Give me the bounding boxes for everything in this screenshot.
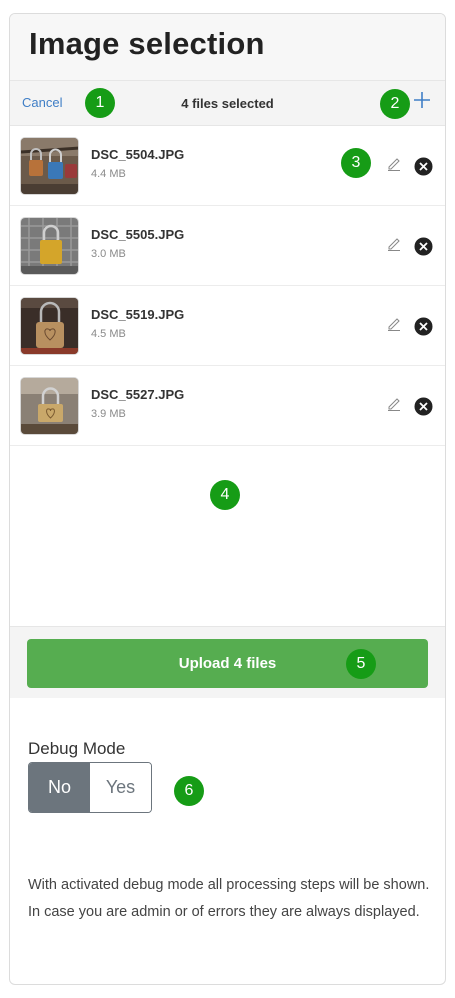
file-thumbnail bbox=[20, 297, 79, 355]
pencil-icon[interactable] bbox=[386, 315, 402, 331]
file-size: 4.5 MB bbox=[91, 328, 126, 340]
file-list: DSC_5504.JPG 4.4 MB 3 DSC_5505.JPG 3.0 M… bbox=[10, 126, 445, 627]
annotation-badge-4: 4 bbox=[210, 480, 240, 510]
close-icon[interactable] bbox=[414, 317, 433, 336]
pencil-icon[interactable] bbox=[386, 395, 402, 411]
plus-icon[interactable] bbox=[412, 90, 432, 110]
file-size: 3.0 MB bbox=[91, 248, 126, 260]
file-name: DSC_5527.JPG bbox=[91, 387, 185, 402]
debug-option-yes[interactable]: Yes bbox=[90, 763, 151, 812]
annotation-badge-3: 3 bbox=[341, 148, 371, 178]
file-name: DSC_5519.JPG bbox=[91, 307, 185, 322]
close-icon[interactable] bbox=[414, 397, 433, 416]
debug-mode-toggle: No Yes bbox=[28, 762, 152, 813]
file-item: DSC_5504.JPG 4.4 MB 3 bbox=[10, 126, 445, 206]
panel-header: Image selection bbox=[10, 14, 445, 81]
file-name: DSC_5504.JPG bbox=[91, 147, 185, 162]
debug-option-no[interactable]: No bbox=[29, 763, 90, 812]
annotation-badge-6: 6 bbox=[174, 776, 204, 806]
file-thumbnail bbox=[20, 137, 79, 195]
file-name: DSC_5505.JPG bbox=[91, 227, 185, 242]
close-icon[interactable] bbox=[414, 237, 433, 256]
annotation-badge-1: 1 bbox=[85, 88, 115, 118]
file-item: DSC_5505.JPG 3.0 MB bbox=[10, 206, 445, 286]
debug-mode-description: With activated debug mode all processing… bbox=[28, 877, 430, 920]
annotation-badge-5: 5 bbox=[346, 649, 376, 679]
image-selection-panel: Image selection Cancel 4 files selected … bbox=[9, 13, 446, 985]
file-size: 3.9 MB bbox=[91, 408, 126, 420]
file-size: 4.4 MB bbox=[91, 168, 126, 180]
pencil-icon[interactable] bbox=[386, 235, 402, 251]
debug-mode-label: Debug Mode bbox=[28, 739, 126, 758]
selection-toolbar: Cancel 4 files selected 1 2 bbox=[10, 81, 445, 126]
file-item: DSC_5527.JPG 3.9 MB bbox=[10, 366, 445, 446]
pencil-icon[interactable] bbox=[386, 155, 402, 171]
page-title: Image selection bbox=[29, 26, 265, 61]
file-thumbnail bbox=[20, 377, 79, 435]
upload-footer: Upload 4 files 5 bbox=[10, 626, 445, 698]
file-thumbnail bbox=[20, 217, 79, 275]
annotation-badge-2: 2 bbox=[380, 89, 410, 119]
file-item: DSC_5519.JPG 4.5 MB bbox=[10, 286, 445, 366]
close-icon[interactable] bbox=[414, 157, 433, 176]
